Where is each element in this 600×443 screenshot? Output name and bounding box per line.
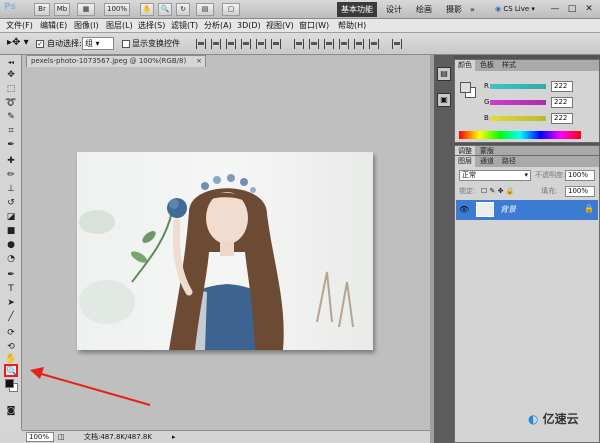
watermark-logo-icon: ◐ (528, 412, 539, 426)
watermark-text: 亿速云 (542, 412, 579, 426)
watermark: ◐ 亿速云 (528, 409, 579, 429)
annotation-arrow (30, 367, 151, 406)
